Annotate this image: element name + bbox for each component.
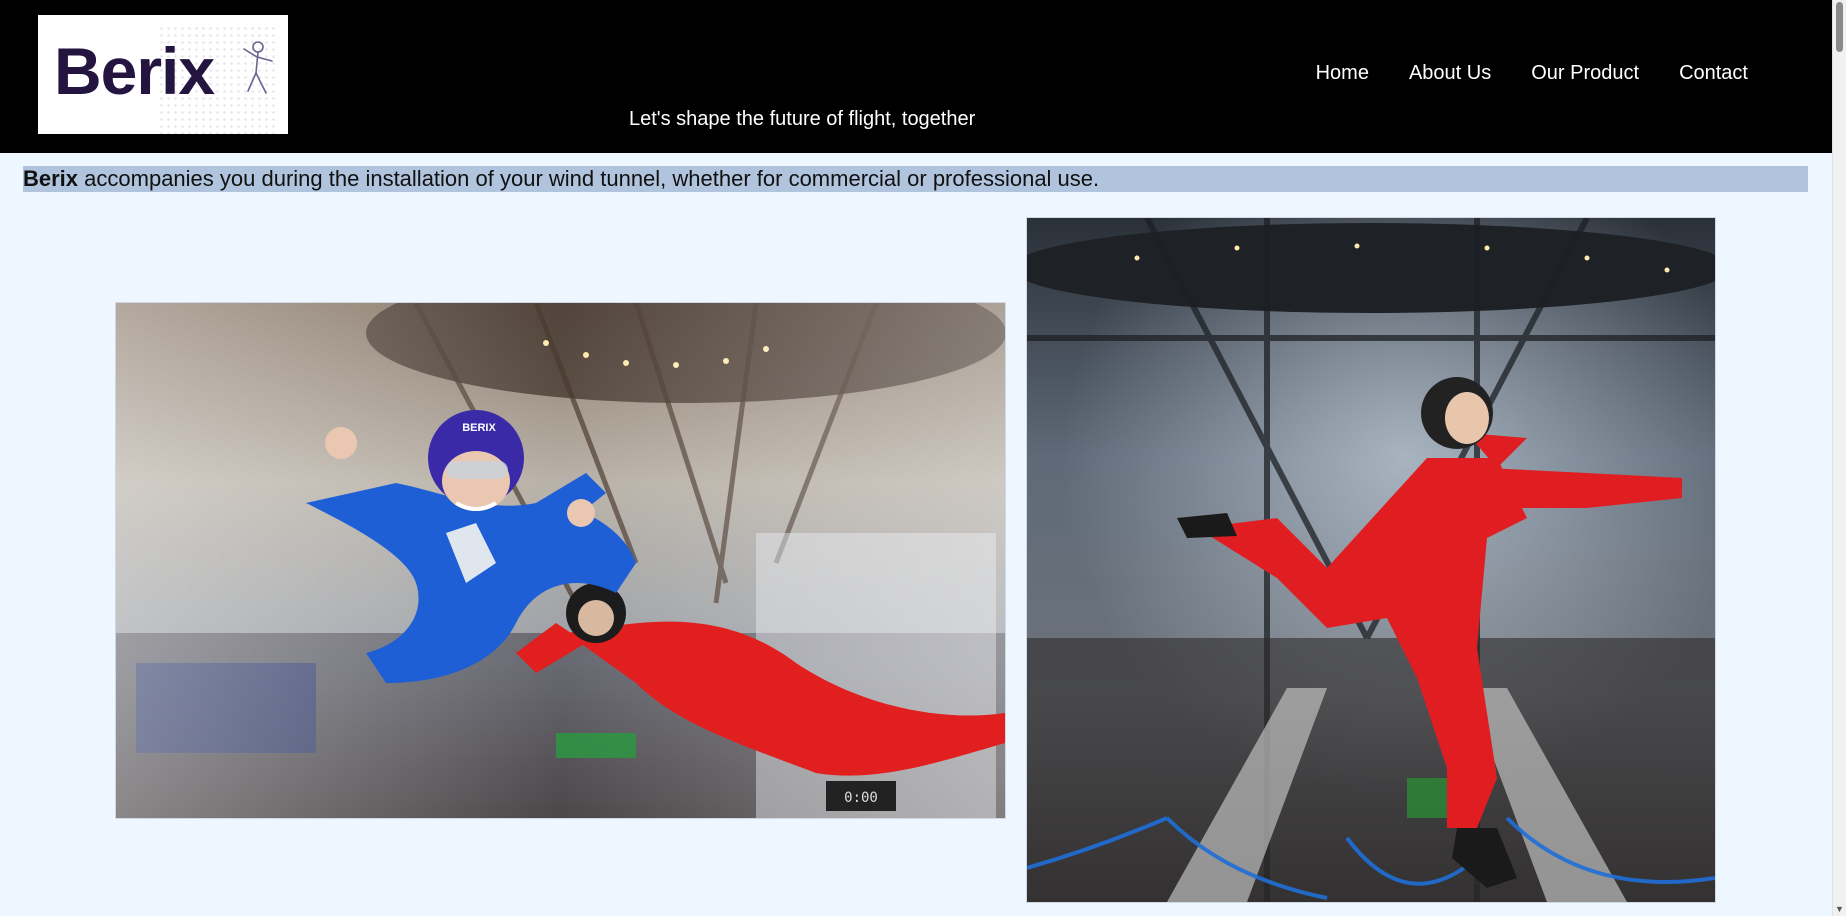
tagline: Let's shape the future of flight, togeth… bbox=[629, 108, 976, 130]
helmet-brand-text: BERIX bbox=[462, 422, 496, 434]
intro-banner: Berix accompanies you during the install… bbox=[23, 166, 1808, 192]
intro-text: accompanies you during the installation … bbox=[78, 166, 1100, 191]
nav-contact[interactable]: Contact bbox=[1679, 62, 1748, 85]
vertical-scrollbar[interactable]: ▼ bbox=[1832, 0, 1846, 916]
nav-our-product[interactable]: Our Product bbox=[1531, 62, 1639, 85]
nav-about-us[interactable]: About Us bbox=[1409, 62, 1491, 85]
scrollbar-thumb[interactable] bbox=[1836, 2, 1843, 52]
main-nav: Home About Us Our Product Contact bbox=[1316, 62, 1748, 85]
scroll-down-arrow-icon[interactable]: ▼ bbox=[1835, 904, 1844, 914]
nav-home[interactable]: Home bbox=[1316, 62, 1369, 85]
site-header: Berix Let's shape the future of flight, … bbox=[0, 0, 1833, 153]
skydiver-logo-icon bbox=[243, 41, 273, 94]
logo[interactable]: Berix bbox=[38, 15, 288, 134]
logo-wordmark: Berix bbox=[54, 34, 215, 108]
photo-two-flyers: 0:00 BERIX bbox=[115, 302, 1006, 819]
tunnel-timer: 0:00 bbox=[844, 790, 878, 806]
intro-brand: Berix bbox=[23, 166, 79, 191]
photo-single-flyer bbox=[1026, 217, 1716, 903]
